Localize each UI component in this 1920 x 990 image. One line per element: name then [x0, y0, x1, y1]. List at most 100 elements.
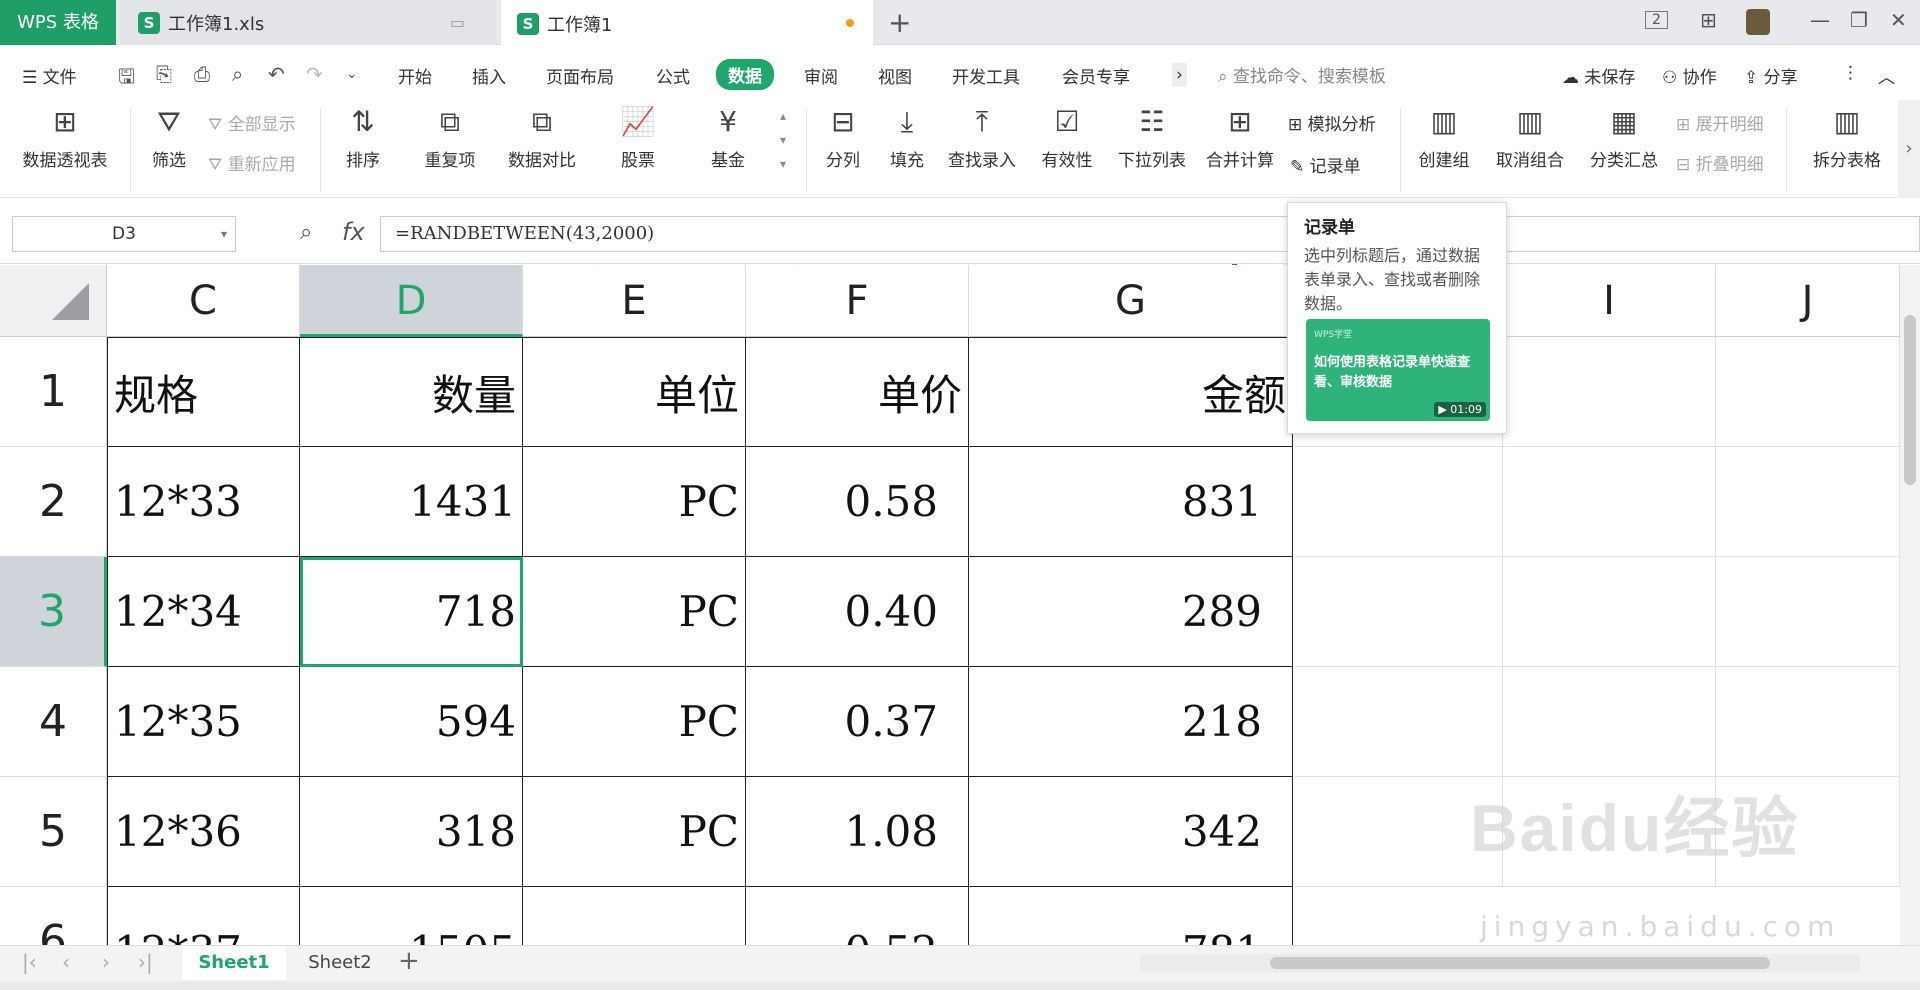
avatar[interactable] [1746, 9, 1770, 35]
expand-detail-button[interactable]: ⊞ 展开明细 [1676, 110, 1764, 135]
cell-d2[interactable]: 1431 [300, 447, 523, 557]
cell-e3[interactable]: PC [523, 557, 746, 667]
filter-button[interactable]: ⛛ 筛选 [144, 104, 194, 171]
dropdown-list-button[interactable]: ☷ 下拉列表 [1116, 104, 1188, 171]
cell-c6[interactable]: 12*37 [107, 887, 300, 945]
subtotal-button[interactable]: ▦ 分类汇总 [1586, 104, 1662, 171]
formula-input[interactable]: =RANDBETWEEN(43,2000) [380, 216, 1920, 252]
fx-icon[interactable]: fx [342, 218, 365, 246]
row-header-5[interactable]: 5 [0, 777, 107, 887]
cell-j1[interactable] [1716, 337, 1900, 447]
cell-e4[interactable]: PC [523, 667, 746, 777]
document-tab-active[interactable]: S 工作簿1 [501, 0, 873, 45]
more-icon[interactable]: ⋮ [1842, 63, 1859, 83]
zoom-icon[interactable]: ⌕ [300, 220, 312, 245]
simulate-analysis-button[interactable]: ⊞ 模拟分析 [1288, 110, 1376, 135]
cell-e2[interactable]: PC [523, 447, 746, 557]
column-header-g[interactable]: G [969, 265, 1293, 337]
scroll-thumb[interactable] [1904, 315, 1916, 485]
cell-g1[interactable]: 金额 [969, 337, 1293, 447]
collab-button[interactable]: ⚇ 协作 [1662, 63, 1717, 88]
cell-i3[interactable] [1503, 557, 1716, 667]
menu-formula[interactable]: 公式 [656, 63, 690, 88]
menu-member[interactable]: 会员专享 [1062, 63, 1130, 88]
vertical-scrollbar[interactable] [1900, 265, 1920, 945]
column-header-c[interactable]: C [107, 265, 300, 337]
collapse-ribbon-icon[interactable]: ︿ [1878, 63, 1895, 88]
minimize-icon[interactable]: — [1810, 8, 1830, 32]
column-header-j[interactable]: J [1716, 265, 1900, 337]
fund-button[interactable]: ¥ 基金 [700, 104, 756, 171]
cell-f4[interactable]: 0.37 [746, 667, 969, 777]
cell-e6[interactable] [523, 887, 746, 945]
save-icon[interactable]: 🖫 [118, 62, 135, 96]
app-home-tab[interactable]: WPS 表格 [0, 0, 116, 45]
document-tab-xls[interactable]: S 工作簿1.xls ▭ [120, 0, 496, 45]
record-form-button[interactable]: ✎ 记录单 [1290, 152, 1361, 177]
search-command[interactable]: ⌕ 查找命令、搜索模板 [1218, 62, 1386, 87]
select-all-corner[interactable] [0, 265, 107, 337]
cell-e5[interactable]: PC [523, 777, 746, 887]
consolidate-button[interactable]: ⊞ 合并计算 [1204, 104, 1276, 171]
last-sheet-icon[interactable]: ›| [138, 950, 153, 974]
cell-j3[interactable] [1716, 557, 1900, 667]
pivot-table-button[interactable]: ⊞ 数据透视表 [18, 104, 112, 171]
row-header-2[interactable]: 2 [0, 447, 107, 557]
row-header-3[interactable]: 3 [0, 557, 107, 667]
grid-view-icon[interactable]: ⊞ [1700, 8, 1717, 32]
row-header-4[interactable]: 4 [0, 667, 107, 777]
row-header-6[interactable]: 6 [0, 887, 107, 945]
cell-h2[interactable] [1293, 447, 1503, 557]
cell-g5[interactable]: 342 [969, 777, 1293, 887]
monitor-icon[interactable]: ▭ [450, 13, 465, 32]
cell-f6[interactable]: 0.52 [746, 887, 969, 945]
sheet-tab-sheet2[interactable]: Sheet2 [290, 946, 390, 980]
cell-g2[interactable]: 831 [969, 447, 1293, 557]
split-table-button[interactable]: ▥ 拆分表格 [1804, 104, 1890, 171]
cell-c2[interactable]: 12*33 [107, 447, 300, 557]
cell-d6[interactable]: 1505 [300, 887, 523, 945]
column-header-f[interactable]: F [746, 265, 969, 337]
file-menu[interactable]: ☰ 文件 [22, 63, 77, 88]
chevron-down-icon[interactable]: ⌄ [346, 66, 358, 82]
share-button[interactable]: ⇪ 分享 [1744, 63, 1798, 88]
cell-d5[interactable]: 318 [300, 777, 523, 887]
split-column-button[interactable]: ⊟ 分列 [818, 104, 868, 171]
unsaved-button[interactable]: ☁ 未保存 [1562, 63, 1635, 88]
cell-c4[interactable]: 12*35 [107, 667, 300, 777]
cell-i1[interactable] [1503, 337, 1716, 447]
tutorial-video-thumbnail[interactable]: WPS学堂 如何使用表格记录单快速查看、审核数据 ▶ 01:09 [1306, 319, 1490, 421]
page-count-badge[interactable]: 2 [1645, 11, 1668, 29]
menu-review[interactable]: 审阅 [804, 63, 838, 88]
menu-data[interactable]: 数据 [716, 59, 774, 90]
redo-icon[interactable]: ↷ [306, 62, 323, 86]
sheet-tab-sheet1[interactable]: Sheet1 [182, 946, 286, 980]
add-sheet-button[interactable]: + [398, 946, 420, 976]
close-icon[interactable]: ✕ [1890, 8, 1907, 32]
menu-developer[interactable]: 开发工具 [952, 63, 1020, 88]
print-icon[interactable]: ⎙ [194, 62, 210, 86]
cell-f1[interactable]: 单价 [746, 337, 969, 447]
row-header-1[interactable]: 1 [0, 337, 107, 447]
cell-f3[interactable]: 0.40 [746, 557, 969, 667]
sort-button[interactable]: ⇅ 排序 [338, 104, 388, 171]
cell-d1[interactable]: 数量 [300, 337, 523, 447]
first-sheet-icon[interactable]: |‹ [22, 950, 37, 974]
column-header-e[interactable]: E [523, 265, 746, 337]
show-all-button[interactable]: ⛛ 全部显示 [208, 110, 296, 135]
export-pdf-icon[interactable]: ⎘ [156, 62, 172, 86]
column-header-d[interactable]: D [300, 265, 523, 337]
print-preview-icon[interactable]: ⌕ [232, 62, 243, 86]
cell-c5[interactable]: 12*36 [107, 777, 300, 887]
horizontal-scrollbar[interactable] [1140, 954, 1860, 972]
cell-j4[interactable] [1716, 667, 1900, 777]
validity-button[interactable]: ☑ 有效性 [1034, 104, 1100, 171]
more-menu-arrow[interactable]: › [1172, 63, 1187, 87]
prev-sheet-icon[interactable]: ‹ [62, 950, 70, 974]
cell-f5[interactable]: 1.08 [746, 777, 969, 887]
cell-i2[interactable] [1503, 447, 1716, 557]
cell-h3[interactable] [1293, 557, 1503, 667]
undo-icon[interactable]: ↶ [268, 62, 285, 86]
gallery-scroll[interactable]: ▴ ▾ ▾ [780, 104, 786, 176]
create-group-button[interactable]: ▥ 创建组 [1414, 104, 1474, 171]
